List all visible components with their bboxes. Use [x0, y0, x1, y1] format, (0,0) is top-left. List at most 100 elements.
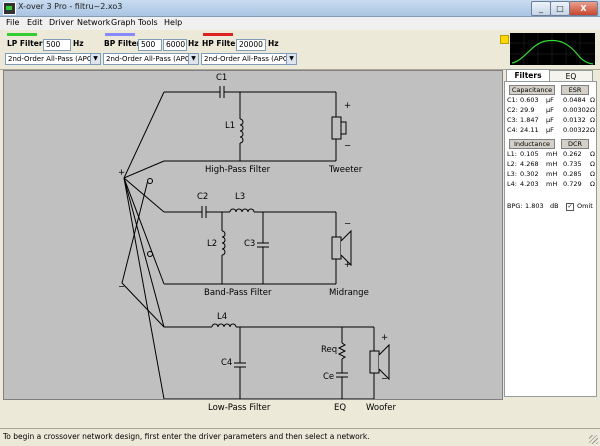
esr-value: 0.00322: [563, 126, 590, 134]
status-text: To begin a crossover network design, fir…: [3, 432, 370, 441]
close-button[interactable]: X: [569, 1, 598, 16]
menu-file[interactable]: File: [6, 18, 19, 27]
woofer-plus-sign: +: [381, 333, 389, 343]
cap-name: C1:: [507, 96, 518, 104]
cap-unit: µF: [546, 126, 554, 134]
cap-name: C3:: [507, 116, 518, 124]
title-bar: X-over 3 Pro - filtru~2.xo3 _ □ X: [0, 0, 600, 17]
dcr-value: 0.285: [563, 170, 582, 178]
ind-name: L4:: [507, 180, 517, 188]
schematic-svg: [121, 86, 390, 399]
dcr-value: 0.729: [563, 180, 582, 188]
hp-frequency-input[interactable]: 20000: [236, 39, 266, 51]
hp-type-value: 2nd-Order All-Pass (APC): [204, 55, 291, 63]
ind-unit: mH: [546, 170, 558, 178]
lp-frequency-input[interactable]: 500: [43, 39, 71, 51]
cap-value: 1.847: [520, 116, 539, 124]
lp-type-select[interactable]: 2nd-Order All-Pass (APC) ▼: [5, 53, 101, 65]
esr-unit: Ω: [590, 126, 595, 134]
chevron-down-icon[interactable]: ▼: [286, 54, 296, 64]
menu-network[interactable]: Network: [77, 18, 110, 27]
schematic-canvas[interactable]: C1 L1 High-Pass Filter Tweeter + − + − C…: [3, 70, 503, 413]
lp-type-value: 2nd-Order All-Pass (APC): [8, 55, 95, 63]
bpg-value: 1.803: [525, 202, 544, 210]
menu-help[interactable]: Help: [164, 18, 182, 27]
ind-value: 0.302: [520, 170, 539, 178]
lp-unit: Hz: [73, 39, 84, 48]
hp-unit: Hz: [268, 39, 279, 48]
bp-high-input[interactable]: 6000: [163, 39, 187, 51]
bp-type-value: 2nd-Order All-Pass (APC): [106, 55, 193, 63]
ind-value: 4.268: [520, 160, 539, 168]
dcr-value: 0.735: [563, 160, 582, 168]
bp-low-input[interactable]: 500: [138, 39, 162, 51]
label-l1: L1: [225, 121, 236, 131]
label-eq: EQ: [334, 403, 347, 413]
cap-name: C4:: [507, 126, 518, 134]
app-icon: [3, 2, 16, 15]
esr-value: 0.0484: [563, 96, 586, 104]
response-preview-graph[interactable]: [510, 33, 595, 65]
label-c3: C3: [244, 239, 256, 249]
menu-edit[interactable]: Edit: [27, 18, 43, 27]
status-bar: To begin a crossover network design, fir…: [0, 428, 600, 446]
menu-graph[interactable]: Graph: [111, 18, 136, 27]
tweeter-minus-sign: −: [344, 141, 352, 151]
woofer-minus-sign: −: [381, 374, 389, 384]
chevron-down-icon[interactable]: ▼: [188, 54, 198, 64]
dcr-unit: Ω: [590, 180, 595, 188]
maximize-button[interactable]: □: [550, 1, 570, 16]
label-c1: C1: [216, 73, 228, 83]
ind-unit: mH: [546, 180, 558, 188]
cap-unit: µF: [546, 96, 554, 104]
dcr-header: DCR: [561, 139, 589, 149]
app-window: X-over 3 Pro - filtru~2.xo3 _ □ X File E…: [0, 0, 600, 446]
esr-unit: Ω: [590, 116, 595, 124]
omit-label: Omit: [577, 202, 593, 210]
label-l4: L4: [217, 312, 228, 322]
midrange-plus-sign: +: [344, 260, 352, 270]
label-c2: C2: [197, 192, 209, 202]
esr-value: 0.0132: [563, 116, 586, 124]
lp-color-indicator: [5, 33, 37, 36]
label-l3: L3: [235, 192, 246, 202]
bpg-label: BPG:: [507, 202, 523, 210]
window-title: X-over 3 Pro - filtru~2.xo3: [18, 2, 123, 11]
component-panel: Filters EQ Capacitance ESR C1: 0.603 µF 0.0…: [503, 69, 597, 398]
label-l2: L2: [207, 239, 218, 249]
label-req: Req: [321, 345, 338, 355]
chevron-down-icon[interactable]: ▼: [90, 54, 100, 64]
capacitance-header: Capacitance: [509, 85, 555, 95]
hp-color-indicator: [201, 33, 233, 36]
esr-unit: Ω: [590, 106, 595, 114]
label-tweeter: Tweeter: [329, 165, 363, 175]
midrange-minus-sign: −: [344, 219, 352, 229]
label-low-pass-filter: Low-Pass Filter: [208, 403, 271, 413]
menu-tools[interactable]: Tools: [138, 18, 158, 27]
minimize-button[interactable]: _: [531, 1, 551, 16]
label-midrange: Midrange: [329, 288, 369, 298]
cap-value: 24.11: [520, 126, 539, 134]
bp-type-select[interactable]: 2nd-Order All-Pass (APC) ▼: [103, 53, 199, 65]
menu-bar: File Edit Driver Network Graph Tools Hel…: [0, 17, 600, 30]
bp-color-indicator: [103, 33, 135, 36]
menu-driver[interactable]: Driver: [49, 18, 74, 27]
ind-name: L2:: [507, 160, 517, 168]
ind-value: 0.105: [520, 150, 539, 158]
label-high-pass-filter: High-Pass Filter: [205, 165, 271, 175]
response-preview-svg: [510, 33, 595, 65]
esr-value: 0.00302: [563, 106, 590, 114]
dcr-unit: Ω: [590, 170, 595, 178]
cap-value: 0.603: [520, 96, 539, 104]
hp-type-select[interactable]: 2nd-Order All-Pass (APC) ▼: [201, 53, 297, 65]
omit-checkbox[interactable]: ✓: [566, 203, 574, 211]
label-ce: Ce: [323, 372, 335, 382]
cap-unit: µF: [546, 116, 554, 124]
label-band-pass-filter: Band-Pass Filter: [204, 288, 272, 298]
resize-grip-icon[interactable]: [589, 435, 598, 444]
status-indicator-icon[interactable]: [500, 35, 509, 44]
dcr-unit: Ω: [590, 150, 595, 158]
bp-unit: Hz: [188, 39, 199, 48]
ind-unit: mH: [546, 160, 558, 168]
label-woofer: Woofer: [366, 403, 397, 413]
